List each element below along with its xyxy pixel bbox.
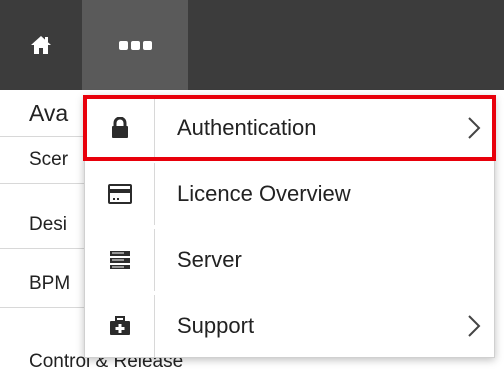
chevron-right-icon bbox=[454, 116, 494, 140]
more-options-button[interactable] bbox=[82, 0, 188, 90]
chevron-right-icon bbox=[454, 314, 494, 338]
menu-icon-cell bbox=[85, 295, 155, 357]
menu-icon-cell bbox=[85, 163, 155, 225]
menu-item-label: Licence Overview bbox=[177, 181, 351, 206]
menu-item-support[interactable]: Support bbox=[85, 295, 494, 357]
menu-icon-cell bbox=[85, 229, 155, 291]
menu-item-licence-overview[interactable]: Licence Overview bbox=[85, 163, 494, 225]
menu-icon-cell bbox=[85, 97, 155, 159]
menu-item-label: Authentication bbox=[177, 115, 317, 140]
menu-item-server[interactable]: Server bbox=[85, 229, 494, 291]
list-item-label: BPM bbox=[29, 273, 71, 294]
menu-item-label: Support bbox=[177, 313, 255, 338]
list-item-label: Scer bbox=[29, 149, 69, 170]
home-button[interactable] bbox=[0, 0, 82, 90]
first-aid-kit-icon bbox=[109, 316, 130, 335]
top-navigation-bar bbox=[0, 0, 504, 90]
list-item-label: Ava bbox=[29, 100, 69, 126]
dropdown-menu: Authentication Licence Overview Server S… bbox=[83, 95, 496, 358]
lock-icon bbox=[111, 117, 128, 138]
more-horizontal-icon bbox=[118, 40, 152, 50]
credit-card-icon bbox=[107, 184, 132, 204]
list-item-label: Desi bbox=[29, 214, 68, 235]
menu-item-authentication[interactable]: Authentication bbox=[83, 95, 496, 161]
home-icon bbox=[31, 36, 51, 54]
server-icon bbox=[109, 251, 130, 269]
menu-item-label: Server bbox=[177, 247, 242, 272]
